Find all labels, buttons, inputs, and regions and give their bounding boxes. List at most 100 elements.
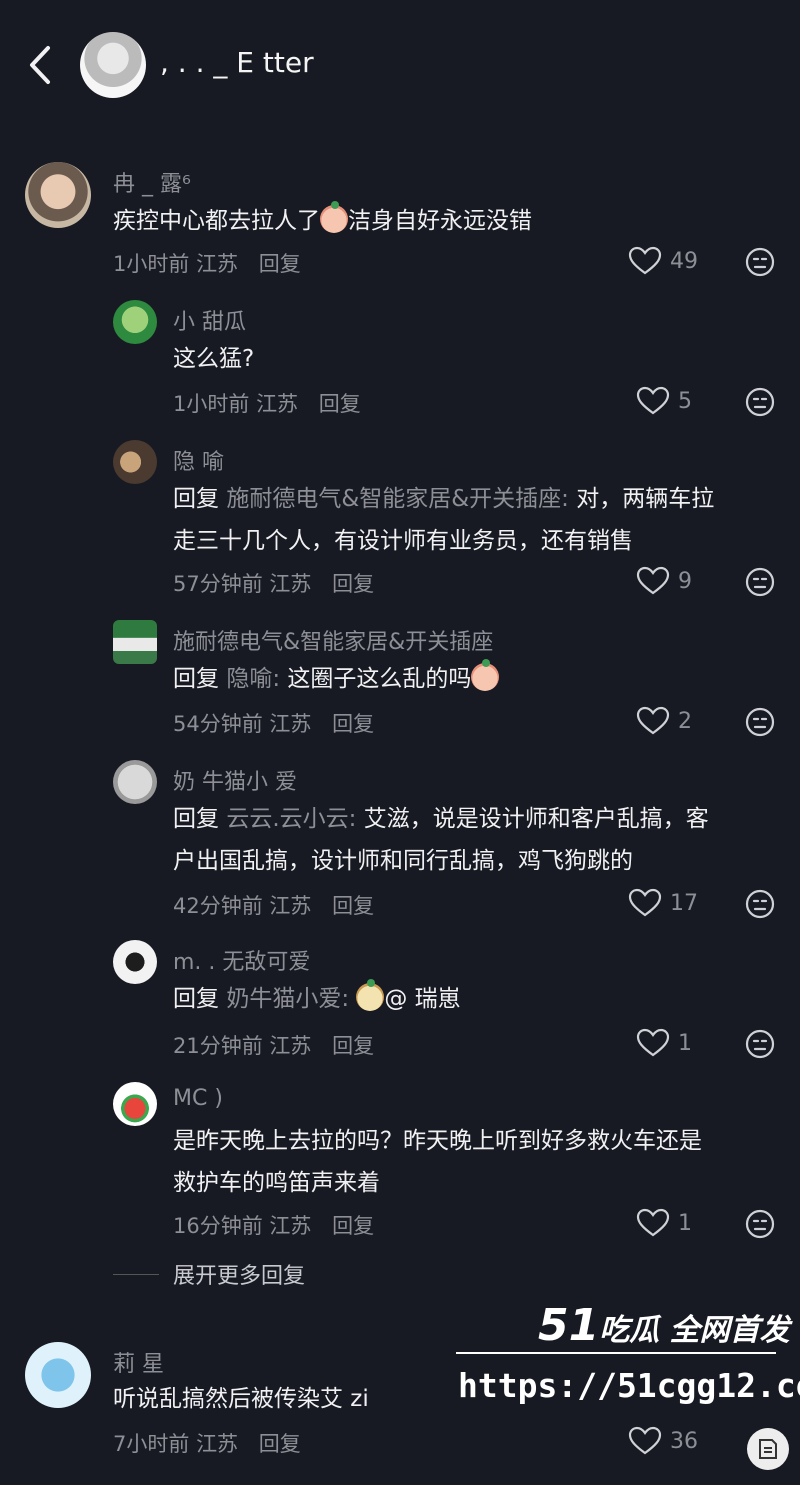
- comment-text-part: @ 瑞崽: [384, 986, 461, 1012]
- comment-text: 疾控中心都去拉人了 洁身自好永远没错: [113, 200, 532, 242]
- like-button[interactable]: 9: [636, 566, 698, 596]
- comment-text: 回复 奶牛猫小爱: @ 瑞崽: [173, 978, 461, 1020]
- avatar[interactable]: [25, 162, 91, 228]
- comment-text: 听说乱搞然后被传染艾 zi: [113, 1386, 369, 1412]
- comment-time: 1小时前: [173, 392, 250, 416]
- comment-meta: 16分钟前 江苏 回复: [173, 1210, 374, 1240]
- comment-text-part: 洁身自好永远没错: [348, 208, 532, 234]
- like-count: 1: [678, 1210, 692, 1236]
- comment-username[interactable]: 施耐德电气&智能家居&开关插座: [173, 624, 493, 656]
- like-count: 49: [670, 248, 698, 274]
- reply-button[interactable]: 回复: [332, 1034, 374, 1058]
- watermark-text: 吃瓜 全网首发: [599, 1313, 790, 1348]
- reply-button[interactable]: 回复: [332, 1214, 374, 1238]
- back-button[interactable]: [22, 40, 62, 90]
- reply-target[interactable]: 施耐德电气&智能家居&开关插座:: [226, 486, 569, 512]
- comment-time: 42分钟前: [173, 894, 263, 918]
- reply-button[interactable]: 回复: [332, 894, 374, 918]
- reply-target[interactable]: 奶牛猫小爱:: [226, 986, 349, 1012]
- comment-location: 江苏: [269, 712, 312, 736]
- comment-username[interactable]: 冉 _ 露⁶: [113, 166, 191, 198]
- heart-outline-icon: [636, 1208, 670, 1237]
- comment-text-part: 对，两辆车拉: [576, 486, 715, 512]
- floating-button[interactable]: [747, 1428, 789, 1470]
- heart-outline-icon: [628, 888, 662, 917]
- emoji-face-icon[interactable]: [744, 246, 776, 278]
- comment-username[interactable]: 莉 星: [113, 1346, 164, 1378]
- watermark-number: 51: [538, 1300, 600, 1351]
- avatar[interactable]: [113, 760, 157, 804]
- reply-prefix: 回复: [173, 806, 219, 832]
- expand-more-replies[interactable]: 展开更多回复: [113, 1258, 305, 1290]
- like-button[interactable]: 5: [636, 386, 698, 416]
- heart-outline-icon: [636, 706, 670, 735]
- comment-text-part: 这圈子这么乱的吗: [287, 666, 472, 692]
- reply-item: MC ) 是昨天晚上去拉的吗？昨天晚上听到好多救火车还是 救护车的鸣笛声来着 1…: [0, 1082, 800, 1252]
- like-button[interactable]: 1: [636, 1208, 698, 1238]
- comment-meta: 54分钟前 江苏 回复: [173, 708, 374, 738]
- reply-button[interactable]: 回复: [319, 392, 361, 416]
- comment-location: 江苏: [269, 1034, 312, 1058]
- comment-meta: 21分钟前 江苏 回复: [173, 1030, 374, 1060]
- comment-text: 回复 施耐德电气&智能家居&开关插座: 对，两辆车拉: [173, 478, 714, 520]
- comment-meta: 42分钟前 江苏 回复: [173, 890, 374, 920]
- emoji-face-icon[interactable]: [744, 386, 776, 418]
- emoji-face-icon[interactable]: [744, 1028, 776, 1060]
- like-button[interactable]: 17: [628, 888, 698, 918]
- like-button[interactable]: 2: [636, 706, 698, 736]
- emoji-face-icon[interactable]: [744, 566, 776, 598]
- reply-button[interactable]: 回复: [332, 572, 374, 596]
- comment-time: 7小时前: [113, 1432, 190, 1456]
- expand-label: 展开更多回复: [173, 1264, 306, 1289]
- comment-text-part: 疾控中心都去拉人了: [113, 208, 320, 234]
- comment-location: 江苏: [269, 894, 312, 918]
- comment-location: 江苏: [269, 572, 312, 596]
- comment-text-part: 艾滋，说是设计师和客户乱搞，客: [363, 806, 709, 832]
- reply-button[interactable]: 回复: [259, 252, 301, 276]
- avatar[interactable]: [80, 32, 146, 98]
- heart-outline-icon: [636, 386, 670, 415]
- like-button[interactable]: 1: [636, 1028, 698, 1058]
- emoji-icon: [471, 659, 500, 691]
- emoji-face-icon[interactable]: [744, 1208, 776, 1240]
- reply-prefix: 回复: [173, 986, 219, 1012]
- emoji-icon: [356, 979, 385, 1011]
- comment-text-line2: 走三十几个人，有设计师有业务员，还有销售: [173, 528, 633, 554]
- avatar[interactable]: [25, 1342, 91, 1408]
- avatar[interactable]: [113, 1082, 157, 1126]
- emoji-face-icon[interactable]: [744, 706, 776, 738]
- reply-item: 隐 喻 回复 施耐德电气&智能家居&开关插座: 对，两辆车拉 走三十几个人，有设…: [0, 440, 800, 610]
- avatar[interactable]: [113, 620, 157, 664]
- emoji-face-icon[interactable]: [744, 888, 776, 920]
- comment-text-line2: 救护车的鸣笛声来着: [173, 1170, 380, 1196]
- reply-button[interactable]: 回复: [332, 712, 374, 736]
- avatar[interactable]: [113, 300, 157, 344]
- emoji-icon: [320, 201, 348, 233]
- comment-username[interactable]: 隐 喻: [173, 444, 224, 476]
- comment-location: 江苏: [256, 392, 299, 416]
- chevron-left-icon: [30, 46, 50, 84]
- reply-target[interactable]: 隐喻:: [226, 666, 280, 692]
- reply-target[interactable]: 云云.云小云:: [226, 806, 356, 832]
- comment-text: 这么猛?: [173, 346, 255, 372]
- divider: [113, 1273, 159, 1275]
- comment-time: 57分钟前: [173, 572, 263, 596]
- like-button[interactable]: 49: [628, 246, 698, 276]
- comment-username[interactable]: 小 甜瓜: [173, 304, 246, 336]
- reply-button[interactable]: 回复: [259, 1432, 301, 1456]
- avatar[interactable]: [113, 940, 157, 984]
- like-count: 2: [678, 708, 692, 734]
- comment-meta: 1小时前 江苏 回复: [173, 388, 361, 418]
- comment-time: 54分钟前: [173, 712, 263, 736]
- like-button[interactable]: 36: [628, 1426, 698, 1456]
- reply-item: 奶 牛猫小 爱 回复 云云.云小云: 艾滋，说是设计师和客户乱搞，客 户出国乱搞…: [0, 760, 800, 930]
- avatar[interactable]: [113, 440, 157, 484]
- watermark-url: https://51cgg12.com: [458, 1366, 800, 1405]
- comment-username[interactable]: m. . 无敌可爱: [173, 944, 310, 976]
- comment-username[interactable]: 奶 牛猫小 爱: [173, 764, 297, 796]
- comment-location: 江苏: [196, 1432, 239, 1456]
- comment-meta: 57分钟前 江苏 回复: [173, 568, 374, 598]
- comment-username[interactable]: MC ): [173, 1086, 223, 1111]
- comment-text-line2: 户出国乱搞，设计师和同行乱搞，鸡飞狗跳的: [173, 848, 633, 874]
- watermark-divider: [456, 1352, 776, 1354]
